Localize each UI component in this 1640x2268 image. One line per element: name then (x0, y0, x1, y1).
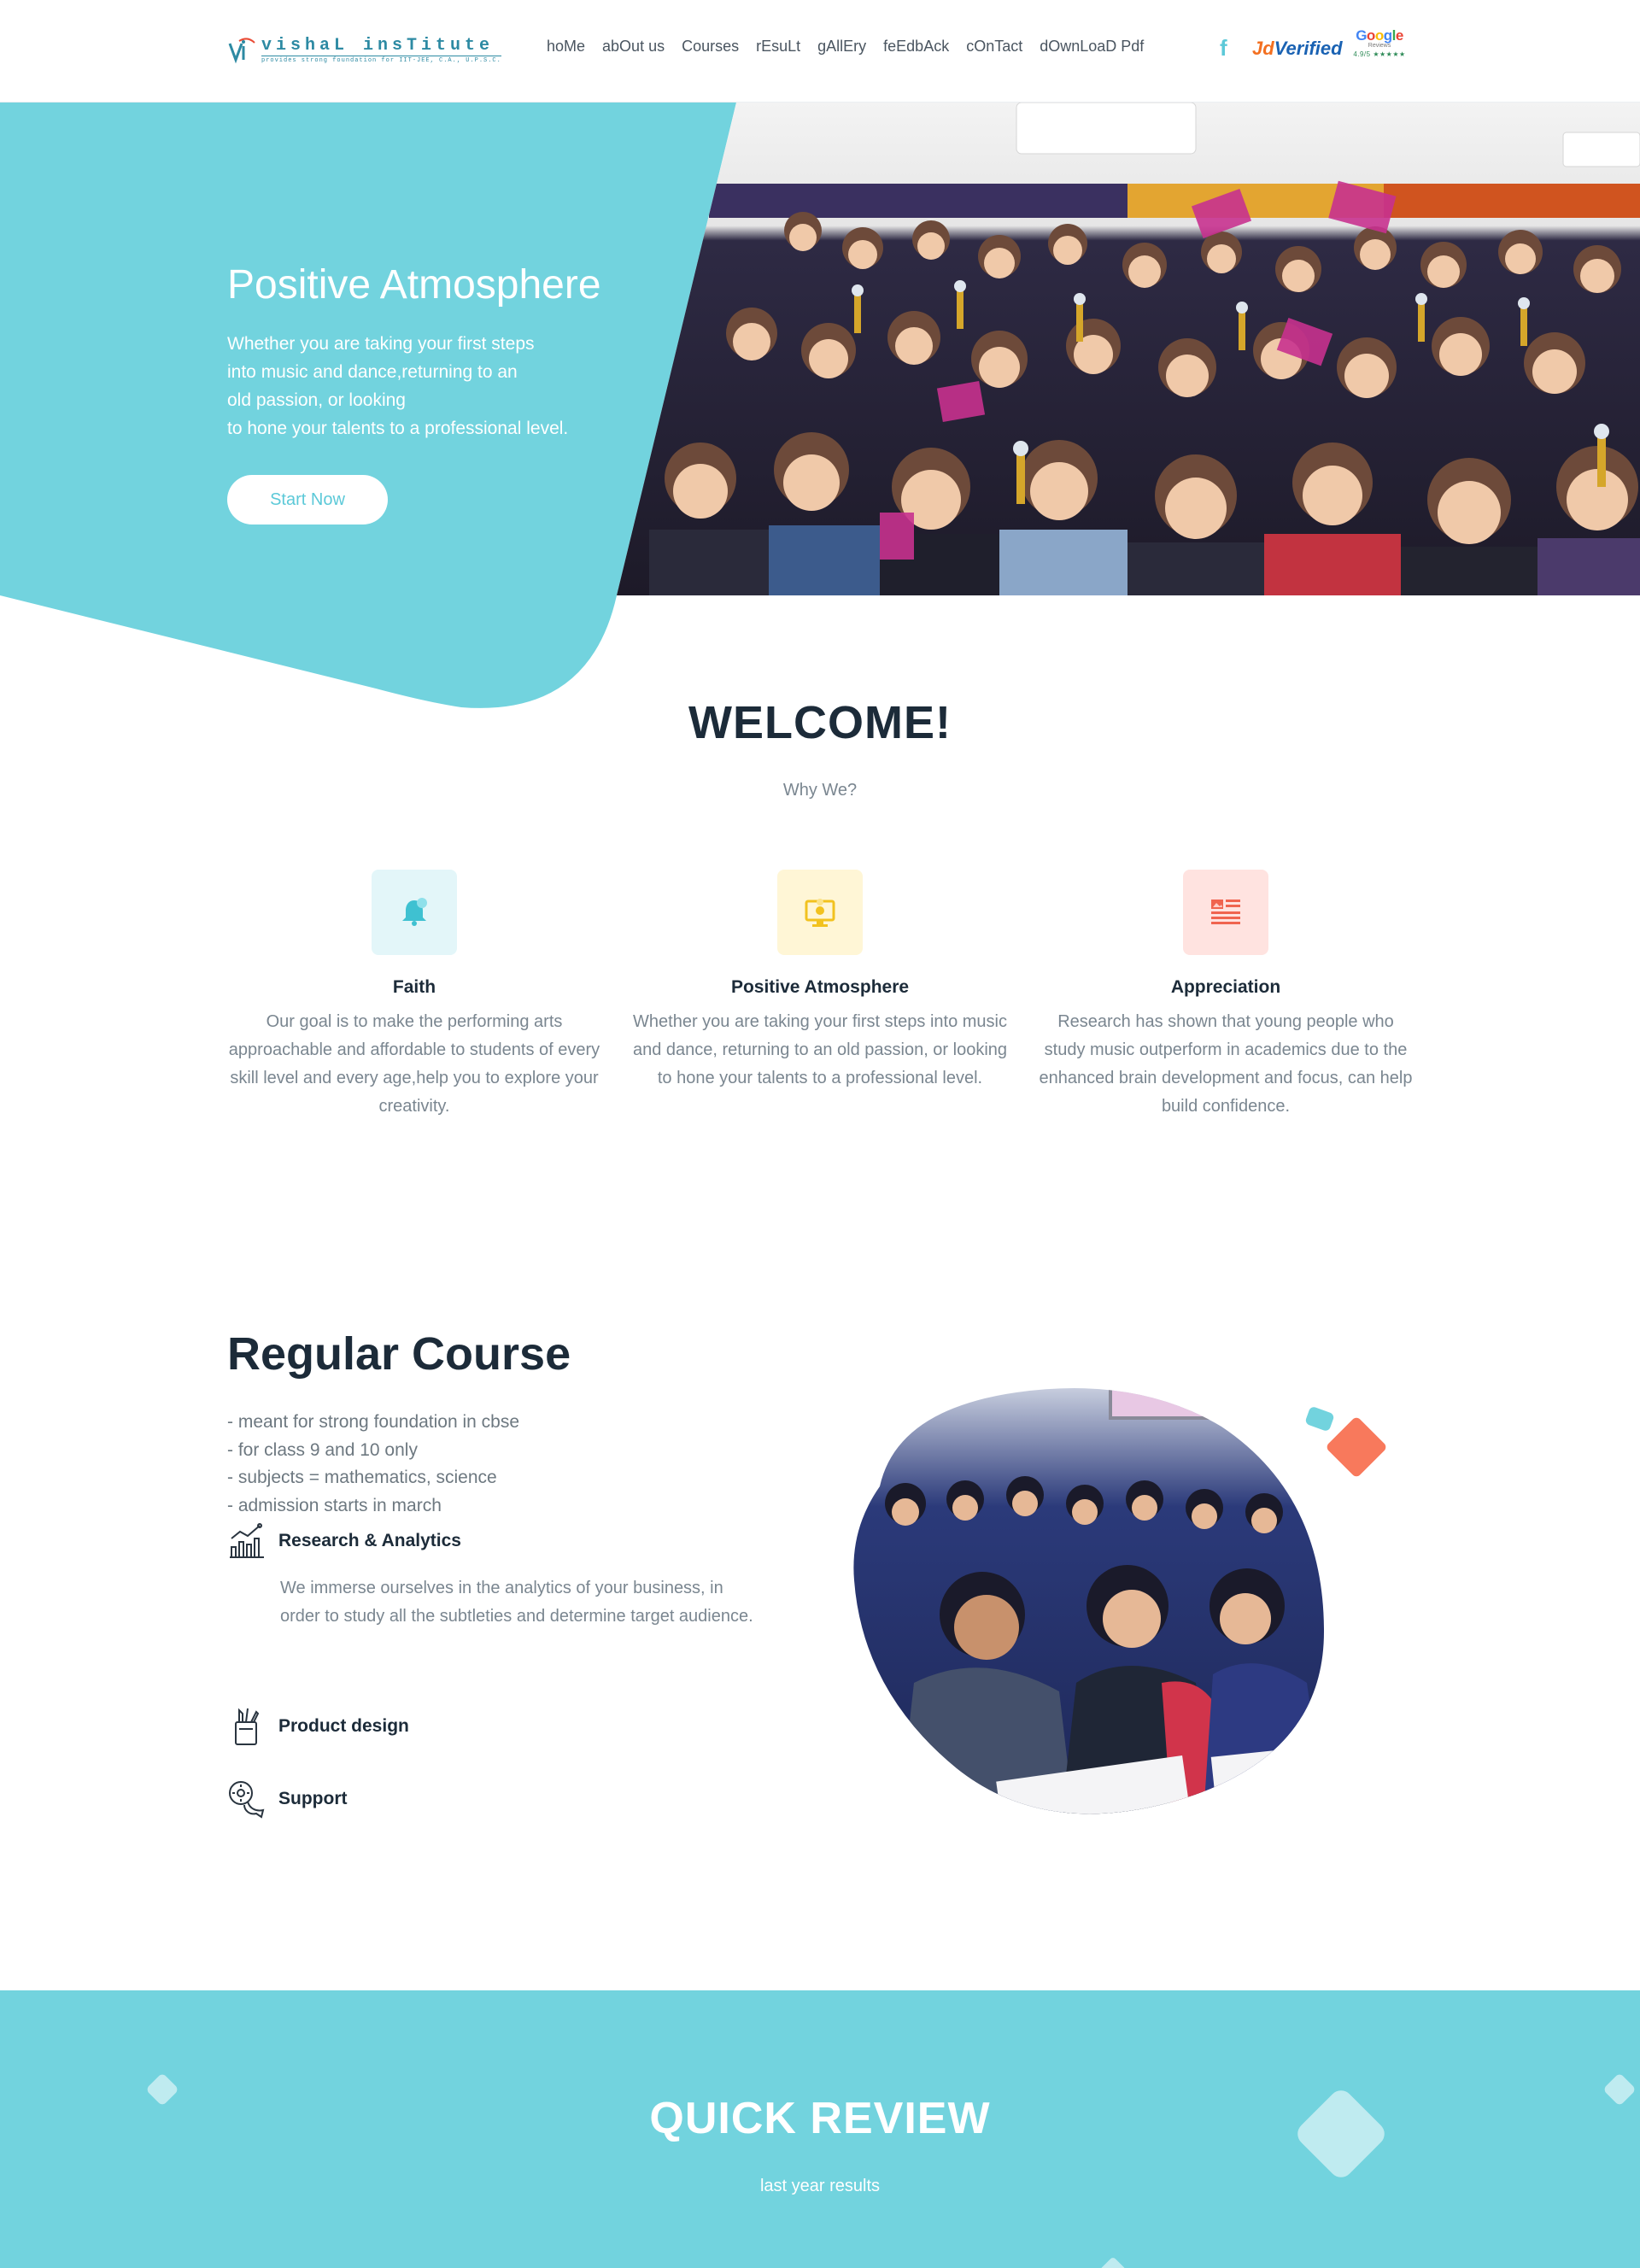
review-title: QUICK REVIEW (649, 2094, 991, 2143)
service-product-design: Product design (227, 1707, 409, 1746)
chat-gear-icon (227, 1779, 266, 1819)
feature-card-appreciation: Appreciation Research has shown that you… (1035, 870, 1416, 1121)
hero-photo (617, 103, 1640, 595)
feature-card-positive-atmosphere: Positive Atmosphere Whether you are taki… (630, 870, 1010, 1093)
nav-home[interactable]: hoMe (547, 38, 585, 56)
nav-about-us[interactable]: abOut us (602, 38, 665, 56)
site-header: vishaL insTitute provides strong foundat… (0, 0, 1640, 103)
nav-result[interactable]: rEsuLt (756, 38, 800, 56)
logo-tagline: provides strong foundation for IIT-JEE, … (261, 56, 501, 64)
course-photo (846, 1358, 1409, 1854)
logo-mark-icon (227, 36, 256, 65)
quick-review-section: QUICK REVIEW last year results (0, 1990, 1640, 2268)
course-point: - for class 9 and 10 only (227, 1439, 418, 1460)
nav-feedback[interactable]: feEdbAck (883, 38, 949, 56)
decor-diamond (1099, 2256, 1127, 2268)
service-label: Support (278, 1789, 348, 1808)
pencil-cup-icon (227, 1707, 266, 1746)
course-point: - admission starts in march (227, 1495, 442, 1515)
hero-line: to hone your talents to a professional l… (227, 419, 569, 438)
feature-title: Faith (392, 977, 436, 997)
hero-line: Whether you are taking your first steps (227, 334, 535, 354)
justdial-verified-badge[interactable]: JdVerified (1252, 38, 1343, 60)
monitor-icon (777, 870, 863, 955)
facebook-icon[interactable]: f (1220, 36, 1237, 60)
hero-line: old passion, or looking (227, 390, 406, 410)
service-research-analytics: Research & Analytics (227, 1521, 461, 1561)
feature-card-faith: Faith Our goal is to make the performing… (224, 870, 605, 1121)
google-reviews-badge[interactable]: Google Reviews 4.9/5 ★★★★★ (1353, 27, 1406, 58)
course-title: Regular Course (227, 1328, 571, 1380)
main-nav: hoMe abOut us Courses rEsuLt gAllEry feE… (547, 38, 1144, 56)
service-label: Research & Analytics (278, 1531, 461, 1550)
feature-title: Appreciation (1170, 977, 1281, 997)
chart-icon (227, 1521, 266, 1561)
jd-suffix: Verified (1274, 38, 1343, 59)
jd-prefix: Jd (1252, 38, 1274, 59)
service-description: We immerse ourselves in the analytics of… (280, 1579, 753, 1626)
nav-download-pdf[interactable]: dOwnLoaD Pdf (1040, 38, 1144, 56)
logo[interactable]: vishaL insTitute provides strong foundat… (227, 32, 504, 68)
newspaper-icon (1183, 870, 1268, 955)
google-rating: 4.9/5 ★★★★★ (1353, 50, 1406, 58)
start-now-button[interactable]: Start Now (227, 475, 388, 525)
service-support: Support (227, 1779, 347, 1819)
hero-line: into music and dance,returning to an (227, 362, 518, 382)
logo-title: vishaL insTitute (261, 36, 495, 56)
course-point: - meant for strong foundation in cbse (227, 1412, 520, 1432)
nav-contact[interactable]: cOnTact (966, 38, 1022, 56)
welcome-subtitle: Why We? (782, 781, 858, 800)
review-subtitle: last year results (759, 2177, 881, 2195)
feature-title: Positive Atmosphere (730, 977, 910, 997)
hero-title: Positive Atmosphere (227, 262, 601, 308)
feature-text: Whether you are taking your first steps … (632, 1012, 1008, 1087)
welcome-title: WELCOME! (688, 697, 952, 748)
google-logo: Google (1356, 27, 1403, 44)
course-point: - subjects = mathematics, science (227, 1468, 497, 1487)
bell-icon (372, 870, 457, 955)
hero-text: Whether you are taking your first steps … (227, 330, 654, 442)
nav-gallery[interactable]: gAllEry (817, 38, 866, 56)
hero-section: Positive Atmosphere Whether you are taki… (0, 103, 1640, 709)
feature-text: Research has shown that young people who… (1039, 1012, 1413, 1116)
feature-text: Our goal is to make the performing arts … (228, 1012, 600, 1116)
nav-courses[interactable]: Courses (682, 38, 739, 56)
service-label: Product design (278, 1716, 409, 1736)
course-points: - meant for strong foundation in cbse - … (227, 1409, 519, 1520)
